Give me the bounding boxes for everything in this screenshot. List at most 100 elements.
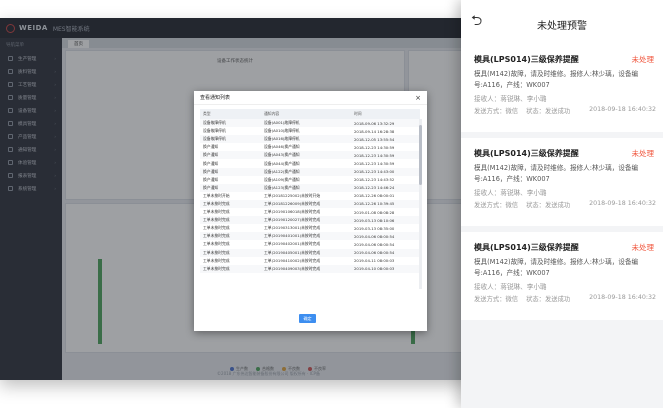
table-cell: 工单未按时完成 [203, 241, 230, 247]
table-cell: 2019-01-08 08:08:28 [354, 209, 395, 215]
table-header: 类型 通知内容 时间 [200, 109, 420, 119]
table-cell: 换产通知 [203, 168, 219, 174]
table-cell: 2018-12-23 14:30:59 [354, 144, 395, 150]
alert-time: 2018-09-18 16:40:32 [589, 106, 656, 113]
alert-meta: 发送方式：微信 状态：发送成功 2018-09-18 16:40:32 [474, 200, 656, 209]
table-row[interactable]: 设备故障停机 设备(A010)故障停机 2018-09-14 16:28:38 [200, 127, 420, 135]
alert-card[interactable]: 模具(LPS014)三级保养提醒 未处理 模具(M142)故障，请及时维修。报修… [461, 138, 663, 226]
table-row[interactable]: 工单未按时完成 工单(20190405001)未按时完成 2019-04-06 08… [200, 248, 420, 257]
table-row[interactable]: 工单未按时完成 工单(20190401001)未按时完成 2019-04-06 08… [200, 232, 420, 241]
table-cell: 设备(A001)故障停机 [264, 120, 300, 126]
send-method: 发送方式：微信 [474, 296, 519, 303]
desktop-window: WEIDA MES智能系统 导航菜单 生产管理 › 质料管理 › 工艺管理 › 质量管理 › 设… [0, 18, 475, 380]
table-cell: 2019-03-13 08:10:06 [354, 217, 395, 223]
table-cell: 工单未按时完成 [203, 257, 230, 263]
alert-description: 模具(M142)故障，请及时维修。报修人:林少璃，设备编号:A116，产线：WK… [474, 70, 639, 89]
status-badge: 未处理 [631, 149, 655, 158]
table-cell: 工单(20190405001)未按时完成 [264, 249, 321, 255]
table-cell: 工单未按时开始 [203, 192, 230, 198]
table-cell: 2018-12-23 14:46:24 [354, 185, 395, 191]
table-cell: 设备故障停机 [203, 128, 226, 134]
alert-time: 2018-09-18 16:40:32 [589, 200, 656, 207]
table-cell: 设备(A123)换产通知 [264, 184, 300, 190]
scrollbar-thumb[interactable] [419, 125, 422, 185]
table-cell: 工单未按时完成 [203, 265, 230, 271]
column-header: 通知内容 [264, 111, 280, 116]
dialog-title: 查看通知列表 [200, 95, 231, 101]
table-cell: 工单未按时完成 [203, 200, 230, 206]
send-method: 发送方式：微信 [474, 108, 519, 115]
alert-title: 模具(LPS014)三级保养提醒 [474, 55, 579, 64]
table-row[interactable]: 换产通知 设备(A044)换产通知 2018-12-23 14:30:59 [200, 159, 420, 167]
table-row[interactable]: 换产通知 设备(A043)换产通知 2018-12-23 14:30:59 [200, 151, 420, 160]
table-cell: 设备(A043)换产通知 [264, 152, 300, 158]
table-cell: 工单(20190402001)未按时完成 [264, 241, 321, 247]
send-state: 状态：发送成功 [526, 108, 571, 115]
table-cell: 2018-12-26 10:39:45 [354, 201, 395, 207]
table-cell: 换产通知 [203, 176, 219, 182]
alert-title: 模具(LPS014)三级保养提醒 [474, 243, 579, 252]
table-cell: 2019-04-06 08:00:54 [354, 233, 395, 239]
column-header: 类型 [203, 111, 211, 116]
table-cell: 2019-04-06 08:00:54 [354, 241, 395, 247]
table-cell: 工单(20190401001)未按时完成 [264, 233, 321, 239]
table-row[interactable]: 工单未按时完成 工单(20190106018)未按时完成 2019-01-08 08… [200, 208, 420, 216]
ok-button[interactable]: 确定 [299, 314, 316, 323]
table-cell: 工单(20181225002)未按时开始 [264, 192, 321, 198]
table-row[interactable]: 换产通知 设备(A123)换产通知 2018-12-23 14:46:24 [200, 183, 420, 192]
table-cell: 2018-12-05 13:55:54 [354, 136, 395, 142]
close-icon[interactable]: × [415, 94, 421, 102]
table-row[interactable]: 换产通知 设备(A122)换产通知 2018-12-23 14:43:00 [200, 167, 420, 176]
alert-card[interactable]: 模具(LPS014)三级保养提醒 未处理 模具(M142)故障，请及时维修。报修… [461, 44, 663, 132]
table-cell: 换产通知 [203, 184, 219, 190]
table-row[interactable]: 设备故障停机 设备(A001)故障停机 2018-09-06 13:32:29 [200, 119, 420, 128]
send-state: 状态：发送成功 [526, 202, 571, 209]
table-cell: 2018-12-23 14:43:00 [354, 169, 395, 175]
notification-list-dialog: 查看通知列表 × 类型 通知内容 时间 设备故障停机 设备(A001)故障停机 2018-… [194, 91, 427, 331]
table-row[interactable]: 工单未按时完成 工单(20190410002)未按时完成 2019-04-11 08… [200, 257, 420, 265]
status-badge: 未处理 [631, 243, 655, 252]
table-cell: 2019-03-13 08:35:00 [354, 225, 395, 231]
table-cell: 工单未按时完成 [203, 225, 230, 231]
alert-receivers: 接收人：蒋锐琳、李小璐 [474, 189, 547, 197]
table-cell: 工单未按时完成 [203, 209, 230, 215]
column-header: 时间 [354, 111, 362, 116]
table-row[interactable]: 换产通知 设备(A109)换产通知 2018-12-23 14:43:52 [200, 176, 420, 184]
table-cell: 设备(A044)换产通知 [264, 160, 300, 166]
table-cell: 2019-04-11 08:00:03 [354, 258, 395, 264]
status-badge: 未处理 [631, 55, 655, 64]
table-cell: 工单(20181226009)未按时完成 [264, 200, 321, 206]
table-row[interactable]: 工单未按时完成 工单(20190120027)未按时完成 2019-03-13 08… [200, 216, 420, 225]
alert-title: 模具(LPS014)三级保养提醒 [474, 149, 579, 158]
table-row[interactable]: 工单未按时完成 工单(20181226009)未按时完成 2018-12-26 10… [200, 199, 420, 209]
table-cell: 设备(A046)换产通知 [264, 144, 300, 150]
send-method: 发送方式：微信 [474, 202, 519, 209]
table-cell: 工单(20190410002)未按时完成 [264, 257, 321, 263]
table-cell: 2019-04-10 08:00:03 [354, 266, 395, 272]
table-row[interactable]: 工单未按时完成 工单(20190313001)未按时完成 2019-03-13 08… [200, 224, 420, 232]
page-title: 未处理预警 [537, 21, 587, 32]
table-cell: 2019-04-06 08:00:54 [354, 250, 395, 256]
table-cell: 2018-12-23 14:43:52 [354, 177, 395, 183]
alert-receivers: 接收人：蒋锐琳、李小璐 [474, 283, 547, 291]
table-row[interactable]: 工单未按时完成 工单(20190409003)未按时完成 2019-04-10 08… [200, 264, 420, 273]
table-cell: 2018-12-23 14:30:59 [354, 152, 395, 158]
table-cell: 换产通知 [203, 160, 219, 166]
table-cell: 2018-09-14 16:28:38 [354, 128, 395, 134]
screenshot-stage: WEIDA MES智能系统 导航菜单 生产管理 › 质料管理 › 工艺管理 › 质量管理 › 设… [0, 0, 663, 408]
table-cell: 换产通知 [203, 152, 219, 158]
table-row[interactable]: 设备故障停机 设备(A016)故障停机 2018-12-05 13:55:54 [200, 135, 420, 144]
table-row[interactable]: 工单未按时完成 工单(20190402001)未按时完成 2019-04-06 08… [200, 240, 420, 248]
table-cell: 工单(20190106018)未按时完成 [264, 209, 321, 215]
alert-meta: 发送方式：微信 状态：发送成功 2018-09-18 16:40:32 [474, 106, 656, 115]
table-cell: 工单(20190409003)未按时完成 [264, 265, 321, 271]
table-row[interactable]: 换产通知 设备(A046)换产通知 2018-12-23 14:30:59 [200, 143, 420, 151]
alert-description: 模具(M142)故障，请及时维修。报修人:林少璃，设备编号:A116，产线：WK… [474, 258, 639, 277]
table-cell: 2018-12-26 08:00:01 [354, 193, 395, 199]
mobile-header: ⮌ 未处理预警 [461, 0, 663, 47]
table-row[interactable]: 工单未按时开始 工单(20181225002)未按时开始 2018-12-26 08… [200, 192, 420, 200]
alert-card[interactable]: 模具(LPS014)三级保养提醒 未处理 模具(M142)故障，请及时维修。报修… [461, 232, 663, 320]
table-cell: 2018-12-23 14:30:59 [354, 161, 395, 167]
table-scrollbar[interactable] [419, 119, 422, 289]
table-cell: 设备(A109)换产通知 [264, 176, 300, 182]
